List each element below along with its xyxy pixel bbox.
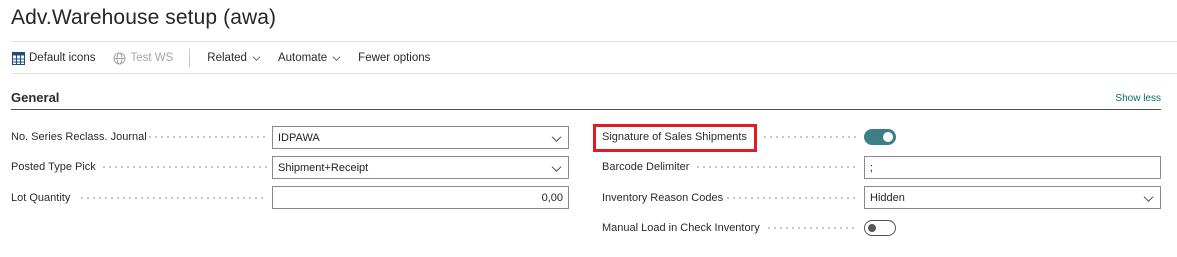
title-divider xyxy=(11,41,1177,42)
chevron-down-icon xyxy=(551,136,562,142)
field-row-manual-load-check-inventory: Manual Load in Check Inventory xyxy=(602,217,760,239)
field-row-inventory-reason-codes: Inventory Reason Codes xyxy=(602,187,723,209)
default-icons-label: Default icons xyxy=(29,52,96,64)
highlight-box xyxy=(593,124,757,152)
section-divider xyxy=(11,109,1161,110)
related-menu[interactable]: Related xyxy=(207,52,261,64)
action-bar: Default icons Test WS Related Automate F… xyxy=(11,49,447,67)
field-value: Shipment+Receipt xyxy=(278,161,369,174)
posted-type-pick-select[interactable]: Shipment+Receipt xyxy=(272,156,569,179)
toggle-knob xyxy=(883,132,893,142)
default-icons-button[interactable]: Default icons xyxy=(11,51,95,65)
test-ws-button[interactable]: Test WS xyxy=(112,51,173,65)
field-label: Posted Type Pick xyxy=(11,161,96,173)
field-row-barcode-delimiter: Barcode Delimiter xyxy=(602,156,689,178)
field-row-lot-quantity: Lot Quantity xyxy=(11,187,70,209)
test-ws-label: Test WS xyxy=(130,52,174,64)
leader-dots xyxy=(725,197,858,199)
field-value: Hidden xyxy=(870,191,905,204)
field-value: ; xyxy=(870,161,874,174)
field-row-no-series-reclass: No. Series Reclass. Journal xyxy=(11,126,147,148)
fewer-options-label: Fewer options xyxy=(358,52,431,64)
barcode-delimiter-input[interactable]: ; xyxy=(864,156,1161,179)
table-grid-icon xyxy=(11,51,25,65)
leader-dots xyxy=(695,166,858,168)
leader-dots xyxy=(79,197,267,199)
chevron-down-icon xyxy=(252,55,261,61)
chevron-down-icon xyxy=(551,166,562,172)
page-title: Adv.Warehouse setup (awa) xyxy=(11,6,277,29)
chevron-down-icon xyxy=(332,55,341,61)
toggle-knob xyxy=(868,223,876,232)
field-value: IDPAWA xyxy=(278,131,320,144)
action-separator xyxy=(189,49,191,67)
field-label: Lot Quantity xyxy=(11,192,71,204)
no-series-reclass-select[interactable]: IDPAWA xyxy=(272,126,569,149)
related-label: Related xyxy=(207,52,247,64)
leader-dots xyxy=(147,136,267,138)
actionbar-divider xyxy=(11,73,1177,74)
inventory-reason-codes-select[interactable]: Hidden xyxy=(864,186,1161,209)
field-row-posted-type-pick: Posted Type Pick xyxy=(11,156,96,178)
leader-dots xyxy=(766,227,858,229)
leader-dots xyxy=(101,166,267,168)
field-label: No. Series Reclass. Journal xyxy=(11,131,147,143)
lot-quantity-input[interactable]: 0,00 xyxy=(272,186,569,209)
manual-load-check-inventory-toggle[interactable] xyxy=(864,220,896,236)
leader-dots xyxy=(762,136,858,138)
automate-label: Automate xyxy=(277,52,328,64)
show-less-link[interactable]: Show less xyxy=(1115,93,1161,104)
globe-icon xyxy=(112,51,126,65)
field-label: Barcode Delimiter xyxy=(602,161,690,173)
section-title[interactable]: General xyxy=(11,90,59,105)
field-label: Manual Load in Check Inventory xyxy=(602,222,760,234)
automate-menu[interactable]: Automate xyxy=(278,52,341,64)
chevron-down-icon xyxy=(1143,196,1154,202)
field-label: Inventory Reason Codes xyxy=(602,192,724,204)
fewer-options-button[interactable]: Fewer options xyxy=(358,52,430,64)
signature-sales-shipments-toggle[interactable] xyxy=(864,129,896,145)
field-value: 0,00 xyxy=(541,191,563,204)
